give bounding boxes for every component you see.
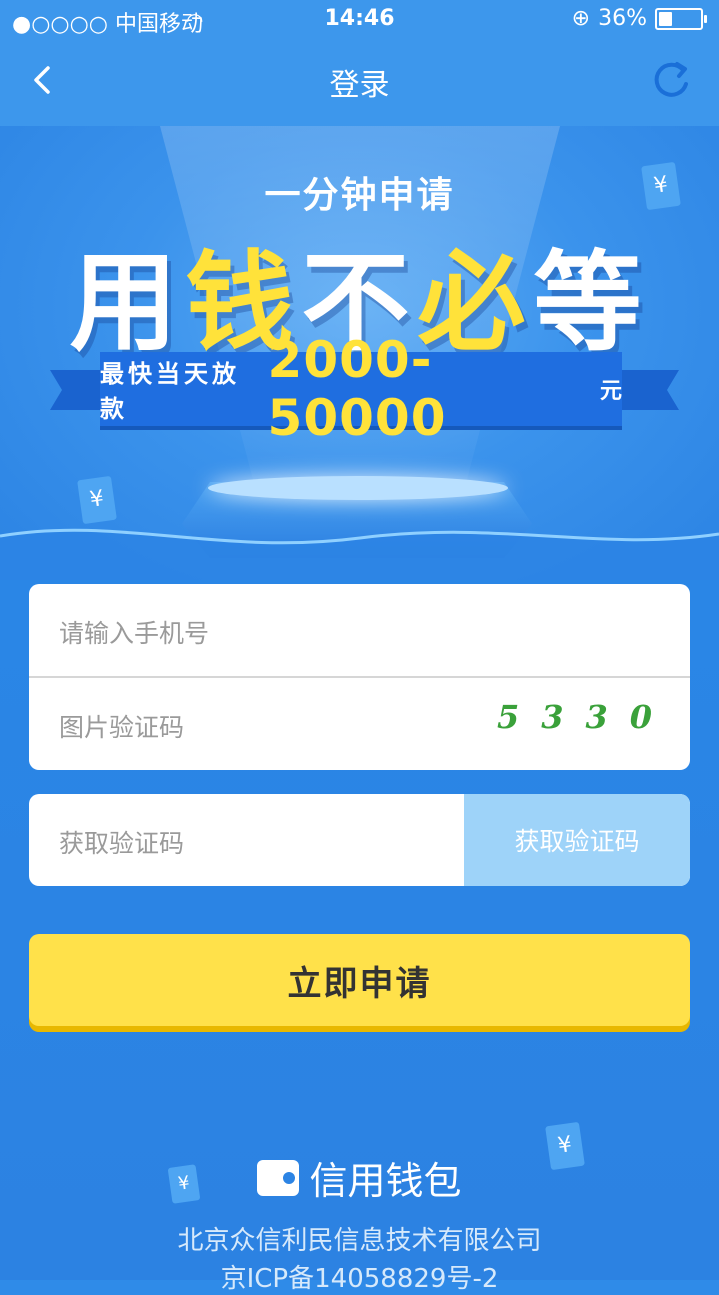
amount-unit: 元 (599, 379, 622, 404)
get-code-button[interactable]: 获取验证码 (464, 794, 690, 886)
phone-input[interactable]: 请输入手机号 (59, 614, 209, 650)
loan-ribbon: 最快当天放款 2000-50000 元 (100, 331, 622, 447)
brand: 信用钱包 (0, 1150, 719, 1205)
ribbon-text: 最快当天放款 (100, 360, 240, 423)
icp-number: 京ICP备14058829号-2 (220, 1264, 499, 1294)
company-name: 北京众信利民信息技术有限公司 (177, 1226, 542, 1256)
battery-fill (659, 11, 672, 26)
wave-decoration (0, 528, 719, 580)
orientation-lock-icon: ⊕ (571, 6, 591, 31)
apply-button[interactable]: 立即申请 (29, 934, 690, 1026)
battery-percent: 36% (598, 6, 647, 31)
banner-subtitle: 一分钟申请 (264, 175, 455, 216)
phone-field[interactable]: 请输入手机号 (29, 584, 690, 676)
sms-code-input[interactable]: 获取验证码 (59, 824, 184, 860)
captcha-image[interactable]: 5330 (497, 698, 674, 736)
sms-field[interactable]: 获取验证码 获取验证码 (29, 794, 690, 886)
headline-char: 用 (69, 241, 186, 366)
nav-bar: 登录 (0, 40, 719, 126)
yen-coin-icon: ¥ (77, 475, 117, 525)
captcha-input[interactable]: 图片验证码 (59, 708, 184, 744)
captcha-field[interactable]: 图片验证码 5330 (29, 678, 690, 770)
status-bar: ●○○○○ 中国移动 ◠ 14:46 ⊕ 36% (0, 0, 719, 40)
loan-amount: 2000-50000 (267, 331, 447, 447)
page-title: 登录 (329, 68, 390, 103)
wallet-icon (257, 1159, 300, 1196)
login-card: 请输入手机号 图片验证码 5330 (29, 584, 690, 770)
status-right: ⊕ 36% (571, 6, 707, 31)
ribbon-tail-right (619, 370, 679, 410)
sms-card: 获取验证码 获取验证码 (29, 794, 690, 886)
refresh-icon[interactable] (649, 58, 693, 102)
yen-coin-icon: ¥ (641, 161, 681, 211)
promo-banner: 一分钟申请 用钱不必等 最快当天放款 2000-50000 元 ¥ ¥ (0, 126, 719, 580)
battery-icon (655, 7, 707, 30)
platform-glow (208, 476, 508, 500)
brand-name: 信用钱包 (309, 1159, 462, 1203)
